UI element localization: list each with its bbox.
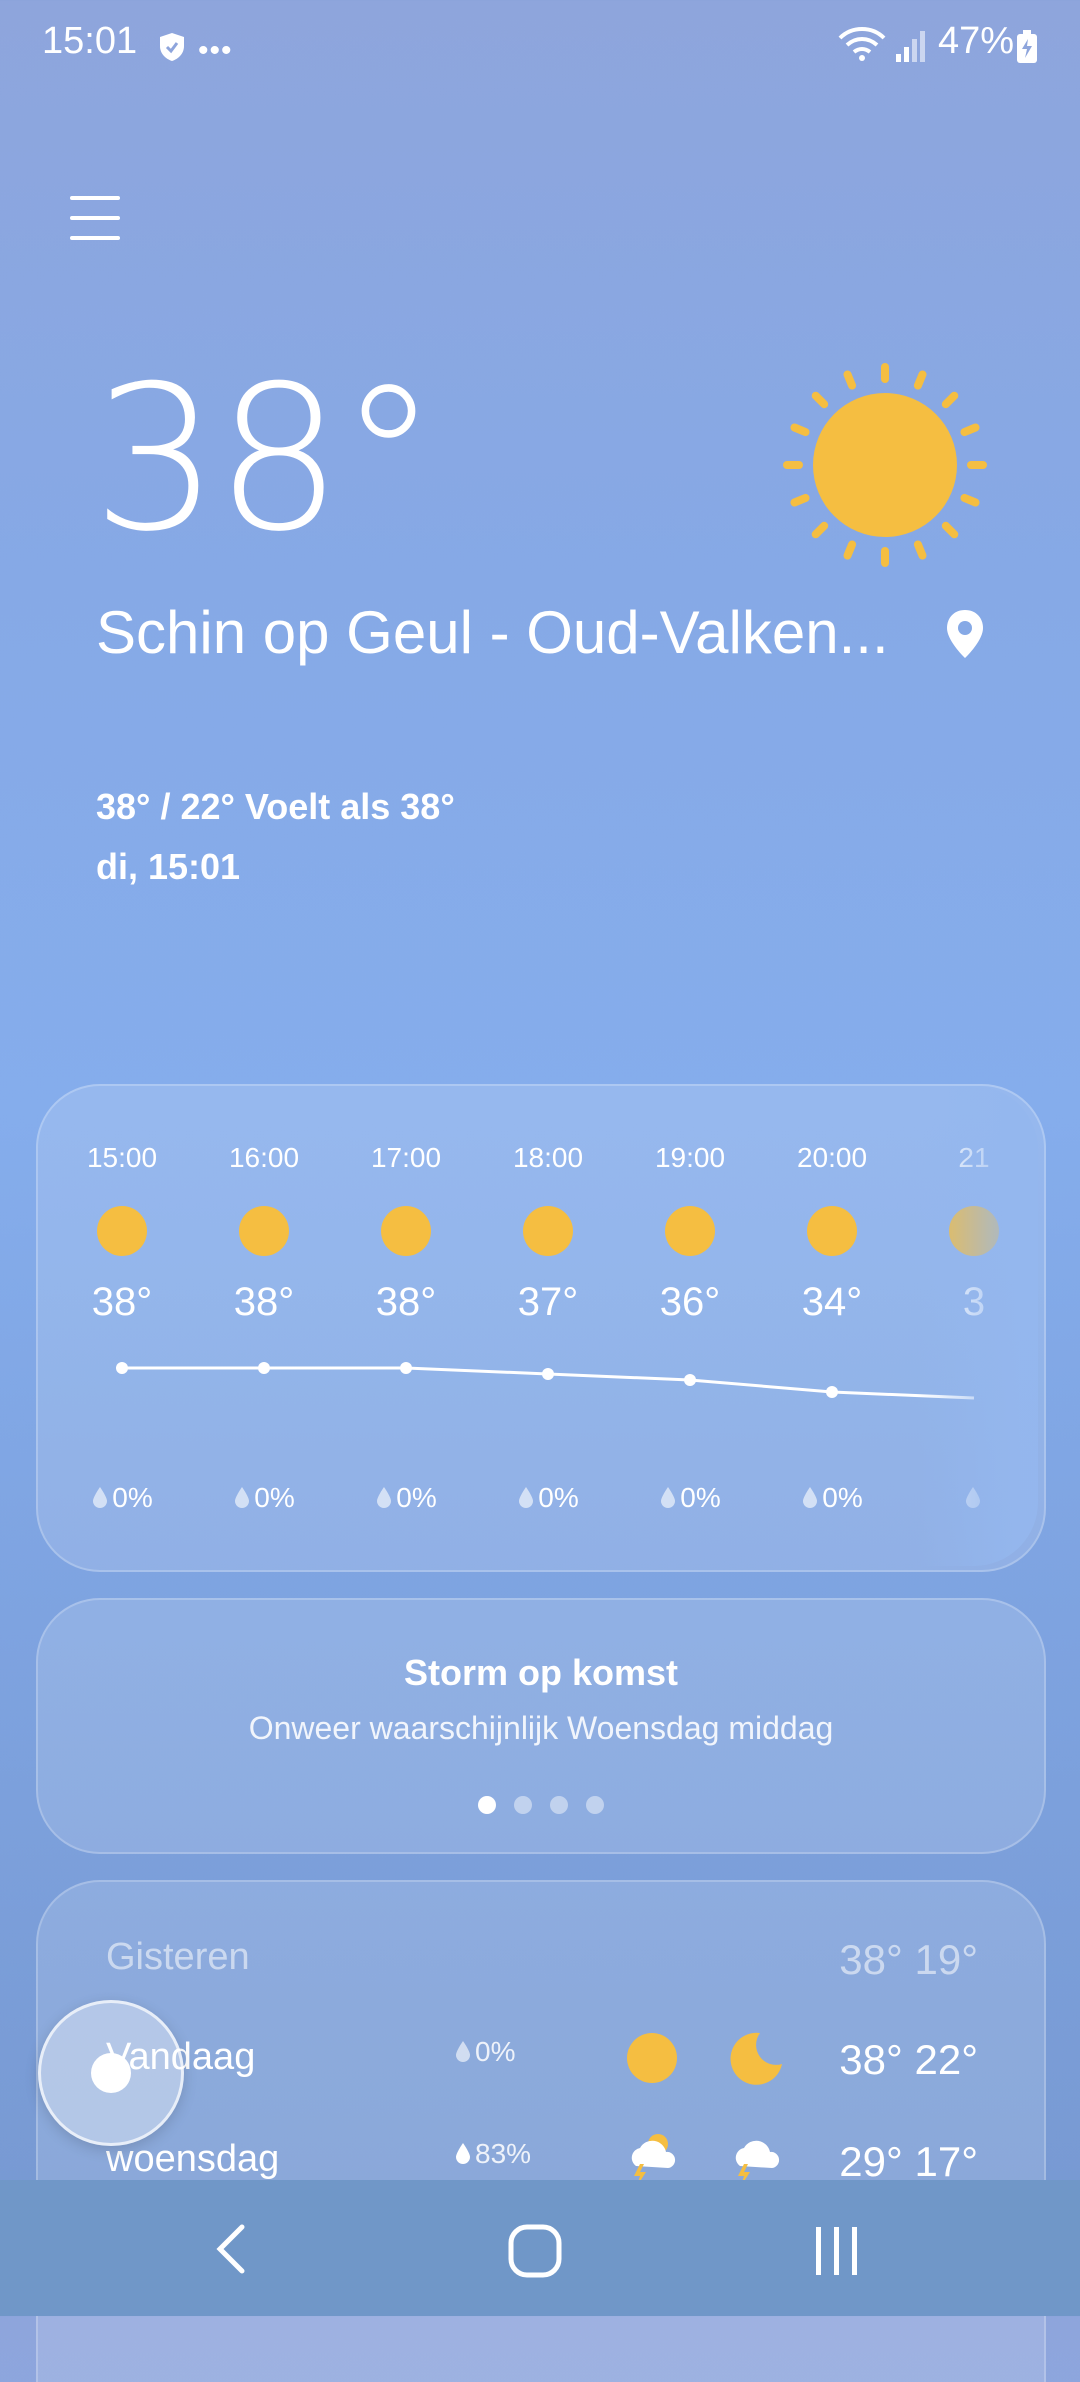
location-name[interactable]: Schin op Geul - Oud-Valken... <box>96 598 889 667</box>
page-dot <box>586 1796 604 1814</box>
location-pin-icon[interactable] <box>945 608 985 660</box>
battery-charging-icon <box>1017 30 1037 63</box>
battery-percent: 47% <box>938 20 1015 62</box>
notification-dots-icon: ••• <box>198 34 233 67</box>
raindrop-icon <box>456 2041 470 2062</box>
navigation-bar <box>0 2180 1080 2316</box>
page-indicator <box>478 1796 618 1816</box>
moon-icon <box>730 2032 782 2085</box>
assistive-touch-button[interactable] <box>38 2000 184 2146</box>
thunderstorm-icon <box>735 2140 780 2186</box>
status-time: 15:01 <box>42 20 138 62</box>
recent-apps-icon[interactable] <box>812 2224 862 2278</box>
home-icon[interactable] <box>508 2224 562 2278</box>
temperature-point <box>684 1374 696 1386</box>
daily-row-yesterday[interactable]: Gisteren 38° 19° <box>38 1936 1044 2016</box>
sun-icon <box>783 363 987 567</box>
signal-icon <box>896 31 925 62</box>
day-temps: 38° 19° <box>839 1936 978 1983</box>
temperature-point <box>258 1362 270 1374</box>
alert-title: Storm op komst <box>403 1652 679 1693</box>
shield-icon <box>160 33 184 61</box>
temperature-point <box>116 1362 128 1374</box>
day-name: Gisteren <box>106 1936 250 1978</box>
daily-row-today[interactable]: Vandaag 0% 38° 22° <box>38 2032 1044 2116</box>
current-datetime: di, 15:01 <box>96 846 241 887</box>
thunderstorm-icon <box>631 2134 676 2186</box>
day-rain: 0% <box>454 2036 515 2068</box>
day-rain: 83% <box>454 2138 531 2170</box>
temperature-point <box>542 1368 554 1380</box>
page-dot <box>478 1796 496 1814</box>
hourly-forecast-card[interactable]: 15:00 38° 0% 16:00 38° 0% 17:00 38° 0% 18:00 37° 0%… <box>36 1084 1046 1572</box>
menu-button[interactable] <box>70 196 120 240</box>
raindrop-icon <box>456 2143 470 2164</box>
day-name: woensdag <box>106 2138 280 2180</box>
status-bar: 15:01 ••• 47% <box>0 0 1080 92</box>
temperature-trend-line <box>116 1362 975 1400</box>
day-temps: 29° 17° <box>839 2138 978 2185</box>
alert-subtitle: Onweer waarschijnlijk Woensdag middag <box>248 1710 834 1746</box>
sun-icon <box>627 2033 677 2083</box>
temperature-point <box>400 1362 412 1374</box>
temperature-point <box>826 1386 838 1398</box>
day-temps: 38° 22° <box>839 2036 978 2083</box>
back-icon[interactable] <box>214 2224 246 2274</box>
page-dot <box>550 1796 568 1814</box>
wifi-icon <box>838 27 886 61</box>
current-temperature: 38° <box>92 343 438 576</box>
storm-alert-card[interactable]: Storm op komst Onweer waarschijnlijk Woe… <box>36 1598 1046 1854</box>
min-max-feels-like: 38° / 22° Voelt als 38° <box>96 786 455 827</box>
page-dot <box>514 1796 532 1814</box>
